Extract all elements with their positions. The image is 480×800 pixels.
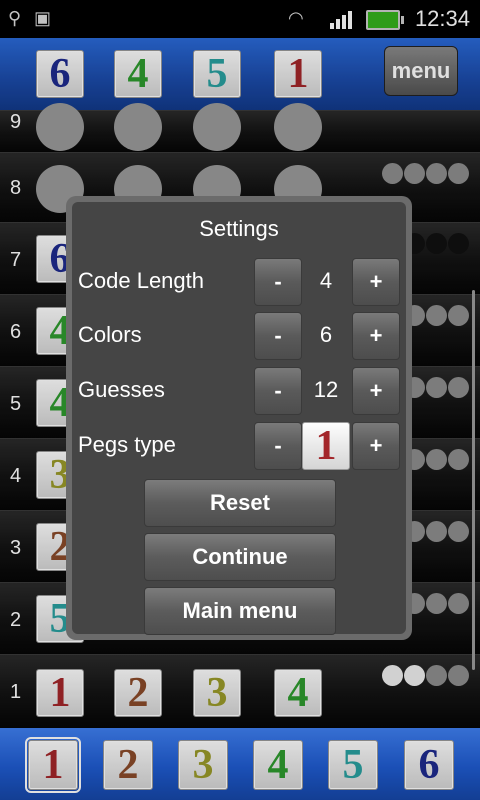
pegs-type-minus-button[interactable]: - xyxy=(254,422,302,470)
guesses-plus-button[interactable]: + xyxy=(352,367,400,415)
setting-label: Colors xyxy=(78,322,142,347)
pegs-type-preview: 1 xyxy=(302,422,350,470)
setting-row-code-length: Code Length - 4 + xyxy=(72,258,406,308)
colors-minus-button[interactable]: - xyxy=(254,312,302,360)
setting-row-guesses: Guesses - 12 + xyxy=(72,367,406,417)
setting-label: Guesses xyxy=(78,377,165,402)
setting-row-pegs-type: Pegs type - 1 + xyxy=(72,422,406,472)
main-menu-button[interactable]: Main menu xyxy=(144,587,336,635)
dialog-title: Settings xyxy=(199,216,279,241)
reset-button[interactable]: Reset xyxy=(144,479,336,527)
code-length-minus-button[interactable]: - xyxy=(254,258,302,306)
setting-row-colors: Colors - 6 + xyxy=(72,312,406,362)
guesses-minus-button[interactable]: - xyxy=(254,367,302,415)
colors-value: 6 xyxy=(319,322,333,347)
pegs-type-plus-button[interactable]: + xyxy=(352,422,400,470)
code-length-value: 4 xyxy=(319,268,333,293)
setting-label: Pegs type xyxy=(78,432,176,457)
colors-plus-button[interactable]: + xyxy=(352,312,400,360)
continue-button[interactable]: Continue xyxy=(144,533,336,581)
code-length-plus-button[interactable]: + xyxy=(352,258,400,306)
guesses-value: 12 xyxy=(313,377,339,402)
setting-label: Code Length xyxy=(78,268,204,293)
settings-panel: Settings Code Length - 4 + Colors - 6 + … xyxy=(72,202,406,635)
settings-dialog: Settings Code Length - 4 + Colors - 6 + … xyxy=(66,196,412,640)
scroll-indicator xyxy=(472,290,475,670)
